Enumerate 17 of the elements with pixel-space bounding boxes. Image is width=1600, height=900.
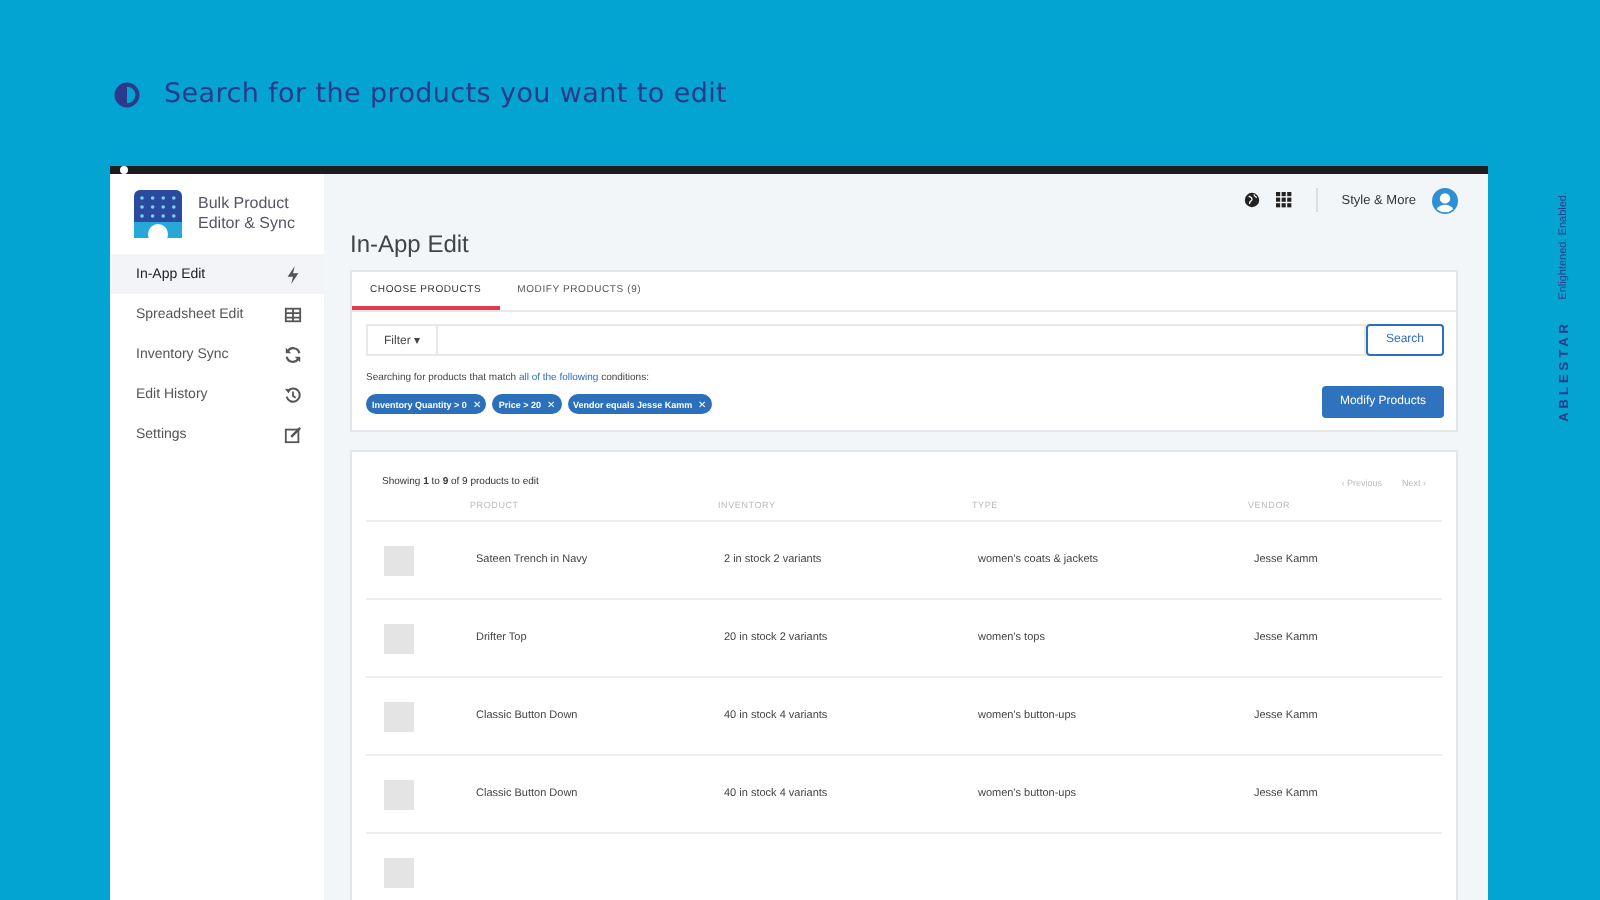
- grid-icon: [1275, 192, 1292, 208]
- app-name: Bulk Product Editor & Sync: [198, 194, 297, 234]
- avatar-icon: [1432, 187, 1458, 213]
- edit-icon: [284, 425, 302, 443]
- lightning-icon: [284, 265, 302, 283]
- headline: Search for the products you want to edit: [164, 78, 728, 110]
- half-circle-icon: [114, 81, 140, 107]
- photo-placeholder: [384, 701, 414, 731]
- search-field[interactable]: [438, 324, 1366, 356]
- page-title: In-App Edit: [350, 230, 471, 258]
- logo-icon: [134, 190, 182, 238]
- sync-icon: [284, 345, 302, 363]
- photo-placeholder: [384, 545, 414, 575]
- history-icon: [284, 385, 302, 403]
- photo-placeholder: [384, 779, 414, 809]
- photo-placeholder: [384, 623, 414, 653]
- table-icon: [284, 305, 302, 323]
